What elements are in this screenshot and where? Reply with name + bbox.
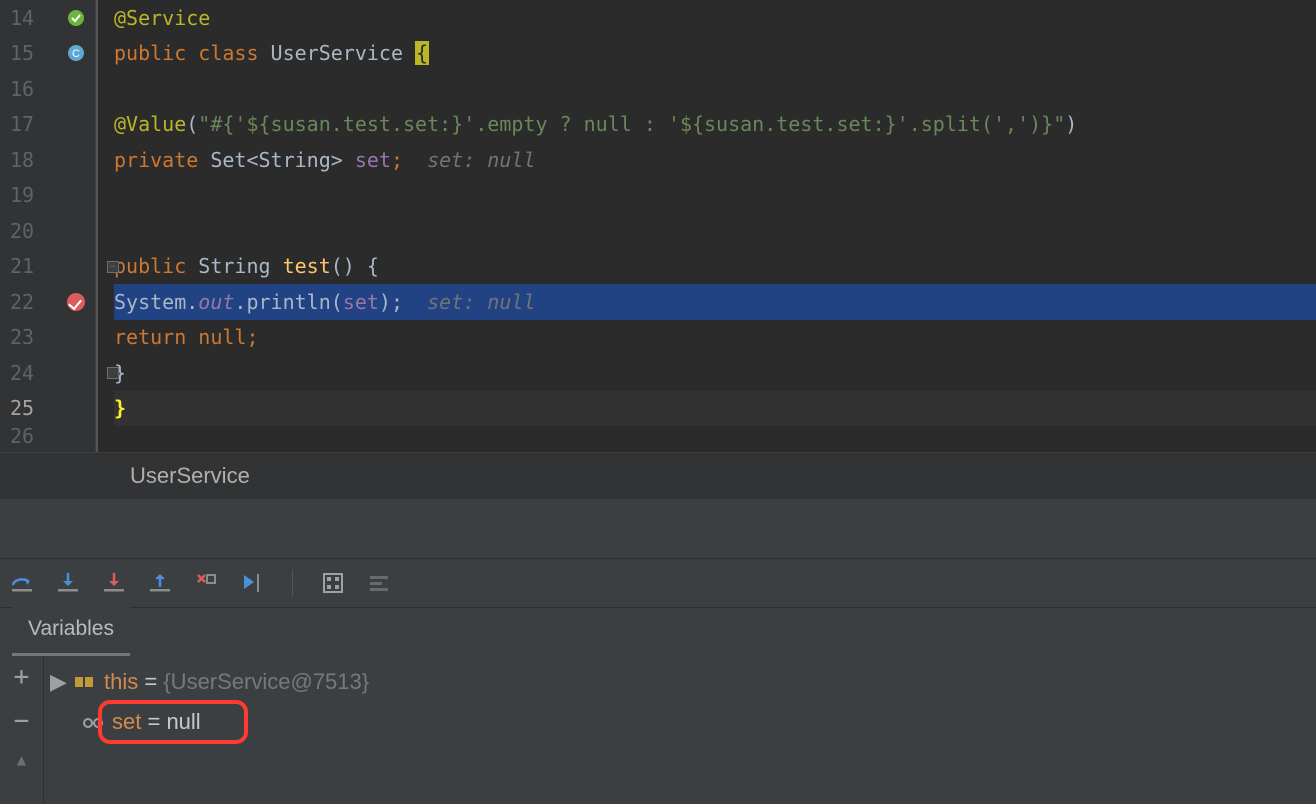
gutter: 14 15 C 16 17 18 19 20 21 22 23 24 25 26 bbox=[0, 0, 96, 452]
remove-watch-button[interactable]: − bbox=[14, 708, 30, 734]
variable-row-set[interactable]: set = null bbox=[50, 702, 1316, 742]
gutter-line[interactable]: 14 bbox=[0, 0, 95, 36]
code-line[interactable]: @Value("#{'${susan.test.set:}'.empty ? n… bbox=[114, 107, 1316, 143]
line-number: 24 bbox=[10, 361, 34, 385]
breadcrumb-bar[interactable]: UserService bbox=[0, 452, 1316, 500]
gutter-line[interactable]: 16 bbox=[0, 71, 95, 107]
line-number: 26 bbox=[10, 426, 34, 446]
code-line[interactable] bbox=[114, 178, 1316, 214]
gutter-line[interactable]: 15 C bbox=[0, 36, 95, 72]
gutter-line[interactable]: 22 bbox=[0, 284, 95, 320]
add-watch-button[interactable]: + bbox=[14, 664, 30, 690]
svg-text:C: C bbox=[72, 48, 80, 60]
panel-gap bbox=[0, 500, 1316, 558]
trace-current-stream-chain-icon[interactable] bbox=[367, 571, 391, 595]
line-number: 20 bbox=[10, 219, 34, 243]
variables-tab[interactable]: Variables bbox=[12, 607, 130, 656]
gutter-line[interactable]: 18 bbox=[0, 142, 95, 178]
code-line[interactable]: @Service bbox=[114, 0, 1316, 36]
code-line[interactable]: } bbox=[114, 355, 1316, 391]
code-line[interactable] bbox=[114, 71, 1316, 107]
inline-hint: set: null bbox=[403, 148, 535, 172]
code-line[interactable]: } bbox=[114, 391, 1316, 427]
gutter-line[interactable]: 20 bbox=[0, 213, 95, 249]
toolbar-separator bbox=[292, 570, 293, 596]
code-line[interactable] bbox=[114, 213, 1316, 249]
move-up-button[interactable]: ▲ bbox=[17, 752, 27, 768]
line-number: 23 bbox=[10, 325, 34, 349]
run-to-cursor-icon[interactable] bbox=[240, 571, 264, 595]
code-area[interactable]: @Service public class UserService { @Val… bbox=[96, 0, 1316, 452]
code-line[interactable]: return null; bbox=[114, 320, 1316, 356]
debugger-tabs: Variables bbox=[0, 608, 1316, 656]
variable-name: set bbox=[112, 709, 141, 734]
variable-name: this bbox=[104, 669, 138, 694]
inline-hint: set: null bbox=[403, 290, 535, 314]
line-number: 18 bbox=[10, 148, 34, 172]
annotation: @Service bbox=[114, 6, 210, 30]
variables-tree[interactable]: ▶ this = {UserService@7513} set = null bbox=[44, 656, 1316, 804]
variable-value: null bbox=[166, 709, 200, 734]
debugger-toolbar bbox=[0, 558, 1316, 608]
code-line[interactable]: private Set<String> set; set: null bbox=[114, 142, 1316, 178]
line-number: 15 bbox=[10, 41, 34, 65]
line-number: 21 bbox=[10, 254, 34, 278]
object-icon bbox=[74, 673, 96, 691]
line-number: 14 bbox=[10, 6, 34, 30]
code-line[interactable]: public class UserService { bbox=[114, 36, 1316, 72]
line-number: 25 bbox=[10, 396, 34, 420]
line-number: 19 bbox=[10, 183, 34, 207]
code-line-execution-point[interactable]: System.out.println(set); set: null bbox=[114, 284, 1316, 320]
line-number: 22 bbox=[10, 290, 34, 314]
spring-bean-icon bbox=[67, 9, 85, 27]
gutter-line[interactable]: 23 bbox=[0, 320, 95, 356]
gutter-line[interactable]: 24 bbox=[0, 355, 95, 391]
fold-collapse-icon[interactable]: − bbox=[107, 261, 119, 273]
gutter-line[interactable]: 17 bbox=[0, 107, 95, 143]
gutter-line[interactable]: 25 bbox=[0, 391, 95, 427]
step-over-icon[interactable] bbox=[10, 571, 34, 595]
line-number: 16 bbox=[10, 77, 34, 101]
expand-arrow-icon[interactable]: ▶ bbox=[50, 669, 66, 695]
variables-panel: + − ▲ ▶ this = {UserService@7513} set = … bbox=[0, 656, 1316, 804]
variables-side-toolbar: + − ▲ bbox=[0, 656, 44, 804]
editor-pane: 14 15 C 16 17 18 19 20 21 22 23 24 25 26… bbox=[0, 0, 1316, 452]
fold-end-icon[interactable] bbox=[107, 367, 119, 379]
evaluate-expression-icon[interactable] bbox=[321, 571, 345, 595]
breadcrumb[interactable]: UserService bbox=[130, 463, 250, 489]
code-line[interactable]: − public String test() { bbox=[114, 249, 1316, 285]
drop-frame-icon[interactable] bbox=[194, 571, 218, 595]
breakpoint-icon[interactable] bbox=[67, 293, 85, 311]
glasses-icon bbox=[82, 713, 104, 731]
gutter-line[interactable]: 26 bbox=[0, 426, 95, 446]
gutter-line[interactable]: 21 bbox=[0, 249, 95, 285]
line-number: 17 bbox=[10, 112, 34, 136]
variable-row-this[interactable]: ▶ this = {UserService@7513} bbox=[50, 662, 1316, 702]
class-icon: C bbox=[67, 44, 85, 62]
gutter-line[interactable]: 19 bbox=[0, 178, 95, 214]
variable-value: {UserService@7513} bbox=[163, 669, 369, 694]
force-step-into-icon[interactable] bbox=[102, 571, 126, 595]
step-out-icon[interactable] bbox=[148, 571, 172, 595]
step-into-icon[interactable] bbox=[56, 571, 80, 595]
